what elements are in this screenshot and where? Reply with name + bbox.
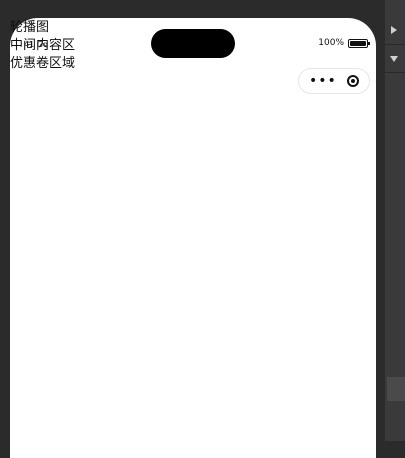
- more-icon[interactable]: •••: [309, 74, 337, 88]
- dynamic-island: [151, 29, 235, 58]
- panel-scroll-handle[interactable]: [387, 377, 405, 401]
- divider: [385, 44, 405, 45]
- middle-content-label: 中间内容区: [10, 38, 76, 53]
- right-tool-panel: [385, 0, 405, 441]
- battery-status: 100%: [318, 38, 370, 48]
- close-target-icon[interactable]: [347, 75, 359, 87]
- miniprogram-capsule[interactable]: •••: [298, 68, 370, 94]
- divider: [385, 72, 405, 73]
- phone-simulator: 41 Gq 100% •••: [10, 18, 376, 458]
- battery-icon: [348, 38, 370, 48]
- carousel-label: 轮播图: [10, 20, 50, 35]
- coupon-area-label: 优惠卷区域: [10, 56, 76, 71]
- battery-percentage: 100%: [318, 38, 344, 48]
- dropdown-arrow-icon[interactable]: [390, 56, 398, 62]
- expand-arrow-icon[interactable]: [391, 26, 397, 34]
